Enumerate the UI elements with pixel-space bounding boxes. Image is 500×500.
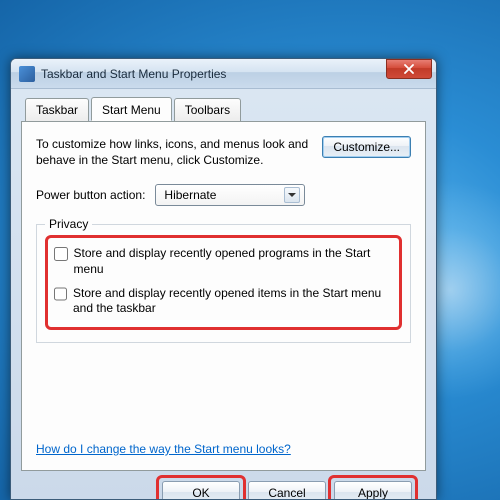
privacy-option-items-row: Store and display recently opened items … <box>54 286 393 317</box>
power-button-combo[interactable]: Hibernate <box>155 184 305 206</box>
privacy-label-items: Store and display recently opened items … <box>73 286 393 317</box>
window-icon <box>19 66 35 82</box>
dialog-button-bar: OK Cancel Apply <box>21 471 426 500</box>
chevron-down-icon <box>284 187 300 203</box>
privacy-group: Privacy Store and display recently opene… <box>36 224 411 342</box>
tab-start-menu[interactable]: Start Menu <box>91 97 172 121</box>
tab-strip: Taskbar Start Menu Toolbars <box>25 97 426 121</box>
privacy-checkbox-programs[interactable] <box>54 247 68 261</box>
customize-description: To customize how links, icons, and menus… <box>36 136 312 168</box>
help-link[interactable]: How do I change the way the Start menu l… <box>36 442 291 456</box>
close-button[interactable] <box>386 59 432 79</box>
properties-dialog: Taskbar and Start Menu Properties Taskba… <box>10 58 437 500</box>
titlebar[interactable]: Taskbar and Start Menu Properties <box>11 59 436 89</box>
ok-button[interactable]: OK <box>162 481 240 500</box>
tab-taskbar[interactable]: Taskbar <box>25 98 89 122</box>
privacy-highlight: Store and display recently opened progra… <box>45 235 402 329</box>
tab-toolbars[interactable]: Toolbars <box>174 98 241 122</box>
privacy-option-programs-row: Store and display recently opened progra… <box>54 246 393 277</box>
window-title: Taskbar and Start Menu Properties <box>41 67 386 81</box>
privacy-legend: Privacy <box>45 217 92 231</box>
cancel-button[interactable]: Cancel <box>248 481 326 500</box>
customize-button[interactable]: Customize... <box>322 136 411 158</box>
tab-panel-start-menu: To customize how links, icons, and menus… <box>21 121 426 471</box>
close-icon <box>404 64 414 74</box>
power-button-value: Hibernate <box>164 188 216 202</box>
power-button-label: Power button action: <box>36 188 145 202</box>
privacy-checkbox-items[interactable] <box>54 287 67 301</box>
apply-button[interactable]: Apply <box>334 481 412 500</box>
privacy-label-programs: Store and display recently opened progra… <box>74 246 393 277</box>
